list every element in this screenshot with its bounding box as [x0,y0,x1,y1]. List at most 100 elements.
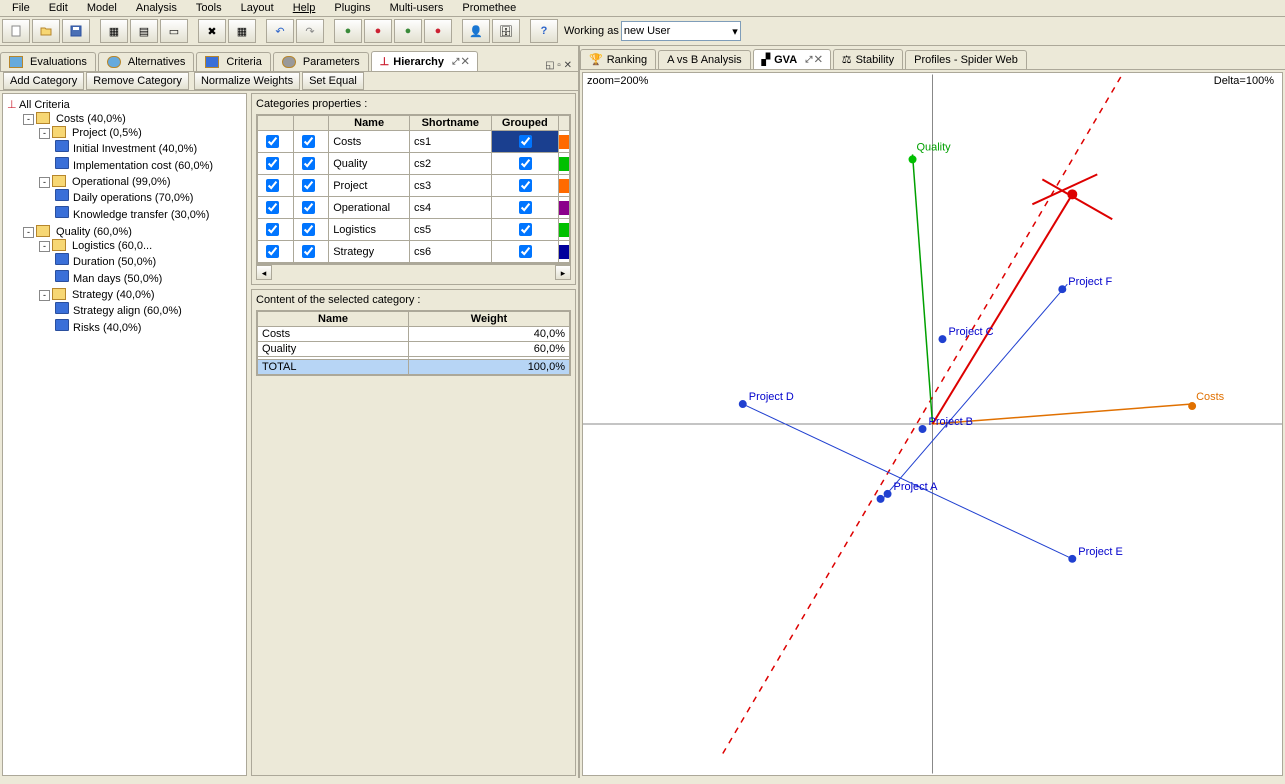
row-checkbox[interactable] [266,157,279,170]
menu-model[interactable]: Model [79,0,125,16]
row-checkbox[interactable] [302,201,315,214]
menu-tools[interactable]: Tools [188,0,230,16]
scroll-left-icon[interactable]: ◂ [256,265,272,280]
tb-11-icon[interactable]: ● [334,19,362,43]
tree-leaf[interactable]: Daily operations (70,0%) [55,188,242,205]
tree-leaf[interactable]: Man days (50,0%) [55,269,242,286]
row-checkbox[interactable] [302,179,315,192]
new-icon[interactable] [2,19,30,43]
row-checkbox[interactable] [266,201,279,214]
col-weight[interactable]: Weight [409,312,570,327]
table-row[interactable]: Logisticscs5 [258,219,570,241]
tree-leaf[interactable]: Risks (40,0%) [55,318,242,335]
tb-16-icon[interactable]: 🗄 [492,19,520,43]
tree-folder[interactable]: - Quality (60,0%)- Logistics (60,0...Dur… [23,224,242,337]
menu-edit[interactable]: Edit [41,0,76,16]
tab-evaluations[interactable]: Evaluations [0,52,96,71]
table-row[interactable]: Projectcs3 [258,175,570,197]
menu-plugins[interactable]: Plugins [326,0,378,16]
tree-folder[interactable]: - Logistics (60,0...Duration (50,0%)Man … [39,238,242,287]
row-checkbox[interactable] [302,245,315,258]
tree-leaf[interactable]: Duration (50,0%) [55,252,242,269]
expand-icon[interactable]: - [23,114,34,125]
working-as-select[interactable]: new User▾ [621,21,741,41]
tree-folder[interactable]: - Project (0,5%)Initial Investment (40,0… [39,125,242,174]
menu-analysis[interactable]: Analysis [128,0,185,16]
remove-category-button[interactable]: Remove Category [86,72,189,90]
criteria-tree[interactable]: ⊥ All Criteria - Costs (40,0%)- Project … [2,93,247,776]
tree-leaf[interactable]: Knowledge transfer (30,0%) [55,205,242,222]
tb-13-icon[interactable]: ● [394,19,422,43]
table-row[interactable]: Quality60,0% [258,342,570,357]
tb-12-icon[interactable]: ● [364,19,392,43]
set-equal-button[interactable]: Set Equal [302,72,364,90]
expand-icon[interactable]: - [39,177,50,188]
tb-6-icon[interactable]: ▭ [160,19,188,43]
redo-icon[interactable]: ↷ [296,19,324,43]
tab-stability[interactable]: ⚖Stability [833,49,903,69]
grouped-checkbox[interactable] [519,201,532,214]
menu-help[interactable]: Help [285,0,324,16]
table-row[interactable]: Costscs1 [258,131,570,153]
tree-leaf[interactable]: Strategy align (60,0%) [55,301,242,318]
expand-icon[interactable]: - [39,290,50,301]
grouped-checkbox[interactable] [519,157,532,170]
table-row[interactable]: Strategycs6 [258,241,570,263]
color-swatch[interactable] [559,245,569,259]
tab-alternatives[interactable]: Alternatives [98,52,194,71]
tree-folder[interactable]: - Operational (99,0%)Daily operations (7… [39,174,242,223]
expand-icon[interactable]: - [39,241,50,252]
row-checkbox[interactable] [302,223,315,236]
tree-folder[interactable]: - Strategy (40,0%)Strategy align (60,0%)… [39,287,242,336]
tab-ranking[interactable]: 🏆Ranking [580,49,656,69]
menu-multiusers[interactable]: Multi-users [382,0,452,16]
normalize-weights-button[interactable]: Normalize Weights [194,72,300,90]
grouped-checkbox[interactable] [519,179,532,192]
gva-chart[interactable]: zoom=200% Delta=100% CostsQualityProject… [582,72,1283,776]
tab-avsb[interactable]: A vs B Analysis [658,50,751,69]
tab-window-controls[interactable]: ◱ ▫ ✕ [539,60,578,71]
tree-root[interactable]: ⊥ All Criteria [7,98,242,111]
column-header[interactable] [558,116,569,131]
col-name[interactable]: Name [258,312,409,327]
tab-hierarchy[interactable]: ⊥Hierarchy⤢ ✕ [371,51,478,71]
table-row[interactable]: Costs40,0% [258,327,570,342]
color-swatch[interactable] [559,179,569,193]
tab-parameters[interactable]: Parameters [273,52,369,71]
expand-icon[interactable]: - [23,227,34,238]
color-swatch[interactable] [559,135,569,149]
tab-gva[interactable]: ▞GVA⤢ ✕ [753,49,831,69]
content-table[interactable]: Name Weight Costs40,0%Quality60,0%TOTAL1… [257,311,570,375]
open-icon[interactable] [32,19,60,43]
color-swatch[interactable] [559,157,569,171]
expand-icon[interactable]: - [39,128,50,139]
tab-criteria[interactable]: Criteria [196,52,270,71]
scroll-right-icon[interactable]: ▸ [555,265,571,280]
tab-pin-icon[interactable]: ⤢ ✕ [805,54,822,65]
color-swatch[interactable] [559,223,569,237]
color-swatch[interactable] [559,201,569,215]
save-icon[interactable] [62,19,90,43]
tb-8-icon[interactable]: ▦ [228,19,256,43]
column-header[interactable]: Grouped [491,116,558,131]
column-header[interactable] [258,116,294,131]
help-icon[interactable]: ? [530,19,558,43]
tree-leaf[interactable]: Implementation cost (60,0%) [55,156,242,173]
row-checkbox[interactable] [266,245,279,258]
tb-15-icon[interactable]: 👤 [462,19,490,43]
horizontal-scrollbar[interactable]: ◂ ▸ [256,264,571,280]
table-row[interactable]: Qualitycs2 [258,153,570,175]
add-category-button[interactable]: Add Category [3,72,84,90]
tree-folder[interactable]: - Costs (40,0%)- Project (0,5%)Initial I… [23,111,242,224]
row-checkbox[interactable] [266,179,279,192]
tb-7-icon[interactable]: ✖ [198,19,226,43]
grouped-checkbox[interactable] [519,223,532,236]
row-checkbox[interactable] [266,135,279,148]
tree-leaf[interactable]: Initial Investment (40,0%) [55,139,242,156]
row-checkbox[interactable] [302,157,315,170]
menu-promethee[interactable]: Promethee [454,0,524,16]
undo-icon[interactable]: ↶ [266,19,294,43]
tab-spiderweb[interactable]: Profiles - Spider Web [905,50,1027,69]
row-checkbox[interactable] [302,135,315,148]
categories-table[interactable]: NameShortnameGrouped Costscs1Qualitycs2P… [257,115,570,263]
